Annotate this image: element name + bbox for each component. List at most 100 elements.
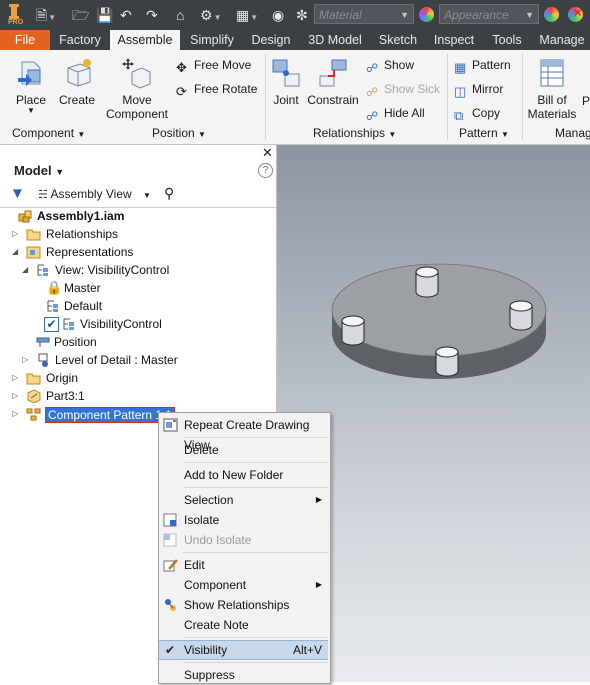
undo-icon[interactable]: ↶: [120, 7, 132, 23]
appearance-dropdown[interactable]: Appearance ▼: [439, 4, 539, 24]
tab-3d-model[interactable]: 3D Model: [302, 30, 368, 50]
filter-icon[interactable]: ▼: [10, 185, 25, 202]
show-sick-button: ☍ Show Sick: [366, 82, 440, 99]
panel-component[interactable]: Component ▼: [12, 126, 85, 140]
menu-show-relationships[interactable]: Show Relationships: [159, 595, 328, 615]
expand-icon[interactable]: ▷: [12, 225, 18, 243]
bom-label-line2: Materials: [527, 107, 577, 121]
menu-separator: [183, 662, 328, 663]
tab-inspect[interactable]: Inspect: [428, 30, 480, 50]
menu-separator: [183, 637, 328, 638]
panel-pattern[interactable]: Pattern ▼: [459, 126, 509, 140]
pin-back: [415, 266, 439, 298]
ribbon-tabs: File Factory Assemble Simplify Design 3D…: [0, 30, 590, 50]
tab-tools[interactable]: Tools: [484, 30, 530, 50]
expand-icon[interactable]: ▷: [22, 351, 28, 369]
update-icon[interactable]: ⚙▼: [200, 7, 221, 26]
chevron-down-icon: ▼: [55, 167, 65, 177]
browser-title[interactable]: Model ▼: [14, 163, 64, 178]
adjust-appearance-icon[interactable]: [544, 7, 559, 22]
expand-icon[interactable]: ▷: [12, 405, 18, 423]
appearance-ball-icon[interactable]: ✼: [296, 7, 308, 23]
joint-button[interactable]: Joint: [268, 56, 304, 107]
mirror-button[interactable]: ◫ Mirror: [454, 82, 503, 99]
tab-design[interactable]: Design: [244, 30, 298, 50]
panel-relationships[interactable]: Relationships ▼: [313, 126, 396, 140]
hide-all-button[interactable]: ☍ Hide All: [366, 106, 425, 123]
tab-sketch[interactable]: Sketch: [372, 30, 424, 50]
lock-icon: 🔒: [46, 280, 63, 295]
constrain-button[interactable]: Constrain: [306, 56, 360, 107]
view-selector[interactable]: ☵ Assembly View ▼: [38, 185, 151, 203]
place-label: Place: [15, 93, 47, 107]
find-binoculars-icon[interactable]: ⚲: [164, 185, 174, 202]
free-rotate-button[interactable]: ⟳ Free Rotate: [176, 82, 257, 99]
constrain-icon: [319, 59, 347, 87]
panel-position[interactable]: Position ▼: [152, 126, 206, 140]
pin-front: [435, 346, 459, 377]
collapse-icon[interactable]: ◢: [12, 243, 18, 261]
expand-icon[interactable]: ▷: [12, 387, 18, 405]
show-button[interactable]: ☍ Show: [366, 58, 414, 75]
menu-isolate[interactable]: Isolate: [159, 510, 328, 530]
menu-add-to-new-folder[interactable]: Add to New Folder: [159, 465, 328, 485]
constrain-label: Constrain: [307, 93, 359, 107]
copy-icon: ⧉: [454, 108, 464, 123]
ribbon: Place ▼ Create Move Component ✥ Free Move…: [0, 50, 590, 145]
pattern-button[interactable]: ▦ Pattern: [454, 58, 511, 75]
home-icon[interactable]: ⌂: [176, 7, 184, 23]
tab-assemble[interactable]: Assemble: [110, 30, 180, 50]
save-icon[interactable]: 💾: [96, 7, 113, 23]
move-component-icon: [122, 58, 151, 89]
view-rep-icon: [63, 318, 74, 330]
joint-icon: [272, 59, 300, 87]
menu-component[interactable]: Component ▶: [159, 575, 328, 595]
material-dropdown[interactable]: Material ▼: [314, 4, 414, 24]
menu-edit[interactable]: Edit: [159, 555, 328, 575]
menu-delete[interactable]: Delete: [159, 440, 328, 460]
collapse-icon[interactable]: ◢: [22, 261, 28, 279]
chevron-down-icon: ▼: [198, 130, 206, 139]
place-button[interactable]: Place ▼: [8, 56, 54, 115]
tab-manage[interactable]: Manage: [534, 30, 590, 50]
chevron-down-icon: ▼: [27, 106, 35, 115]
selection-mode-icon[interactable]: ◉: [272, 7, 284, 23]
expand-icon[interactable]: ▷: [12, 369, 18, 387]
help-icon[interactable]: ?: [258, 163, 273, 178]
color-wheel-icon[interactable]: [419, 7, 434, 22]
create-button[interactable]: Create: [56, 56, 98, 107]
view-tree-icon: ☵: [38, 189, 48, 201]
menu-separator: [183, 437, 328, 438]
menu-visibility[interactable]: ✔ Visibility Alt+V: [159, 640, 328, 660]
free-move-button[interactable]: ✥ Free Move: [176, 58, 251, 75]
context-menu: Repeat Create Drawing View Delete Add to…: [158, 412, 331, 684]
chevron-down-icon: ▼: [501, 130, 509, 139]
new-icon[interactable]: 🗎▼: [36, 7, 56, 26]
bom-label-line1: Bill of: [537, 93, 567, 107]
mirror-label: Mirror: [472, 82, 504, 96]
open-icon[interactable]: 🗁: [72, 7, 89, 23]
bill-of-materials-button[interactable]: Bill of Materials: [526, 56, 578, 121]
copy-button[interactable]: ⧉ Copy: [454, 106, 500, 123]
select-icon[interactable]: ▦▼: [236, 7, 258, 26]
menu-suppress[interactable]: Suppress: [159, 665, 328, 685]
tab-file[interactable]: File: [0, 30, 50, 50]
clear-appearance-icon[interactable]: ×: [568, 5, 583, 22]
menu-create-note[interactable]: Create Note: [159, 615, 328, 635]
redo-icon[interactable]: ↷: [146, 7, 158, 23]
representations-icon: [26, 246, 41, 259]
chevron-down-icon: ▼: [143, 191, 151, 200]
menu-repeat-create-drawing-view[interactable]: Repeat Create Drawing View: [159, 415, 328, 452]
visibility-shortcut: Alt+V: [292, 643, 322, 657]
app-logo[interactable]: PRO: [4, 2, 26, 28]
ribbon-separator: [522, 54, 523, 140]
move-component-button[interactable]: Move Component: [104, 56, 170, 121]
panel-manage[interactable]: Manag: [555, 126, 590, 140]
partial-ribbon-button[interactable]: Pa: [582, 94, 590, 108]
tab-factory[interactable]: Factory: [54, 30, 106, 50]
close-icon[interactable]: ✕: [262, 145, 273, 161]
menu-selection[interactable]: Selection ▶: [159, 490, 328, 510]
chevron-down-icon: ▼: [77, 130, 86, 139]
tab-simplify[interactable]: Simplify: [184, 30, 240, 50]
folder-icon: [26, 373, 41, 385]
